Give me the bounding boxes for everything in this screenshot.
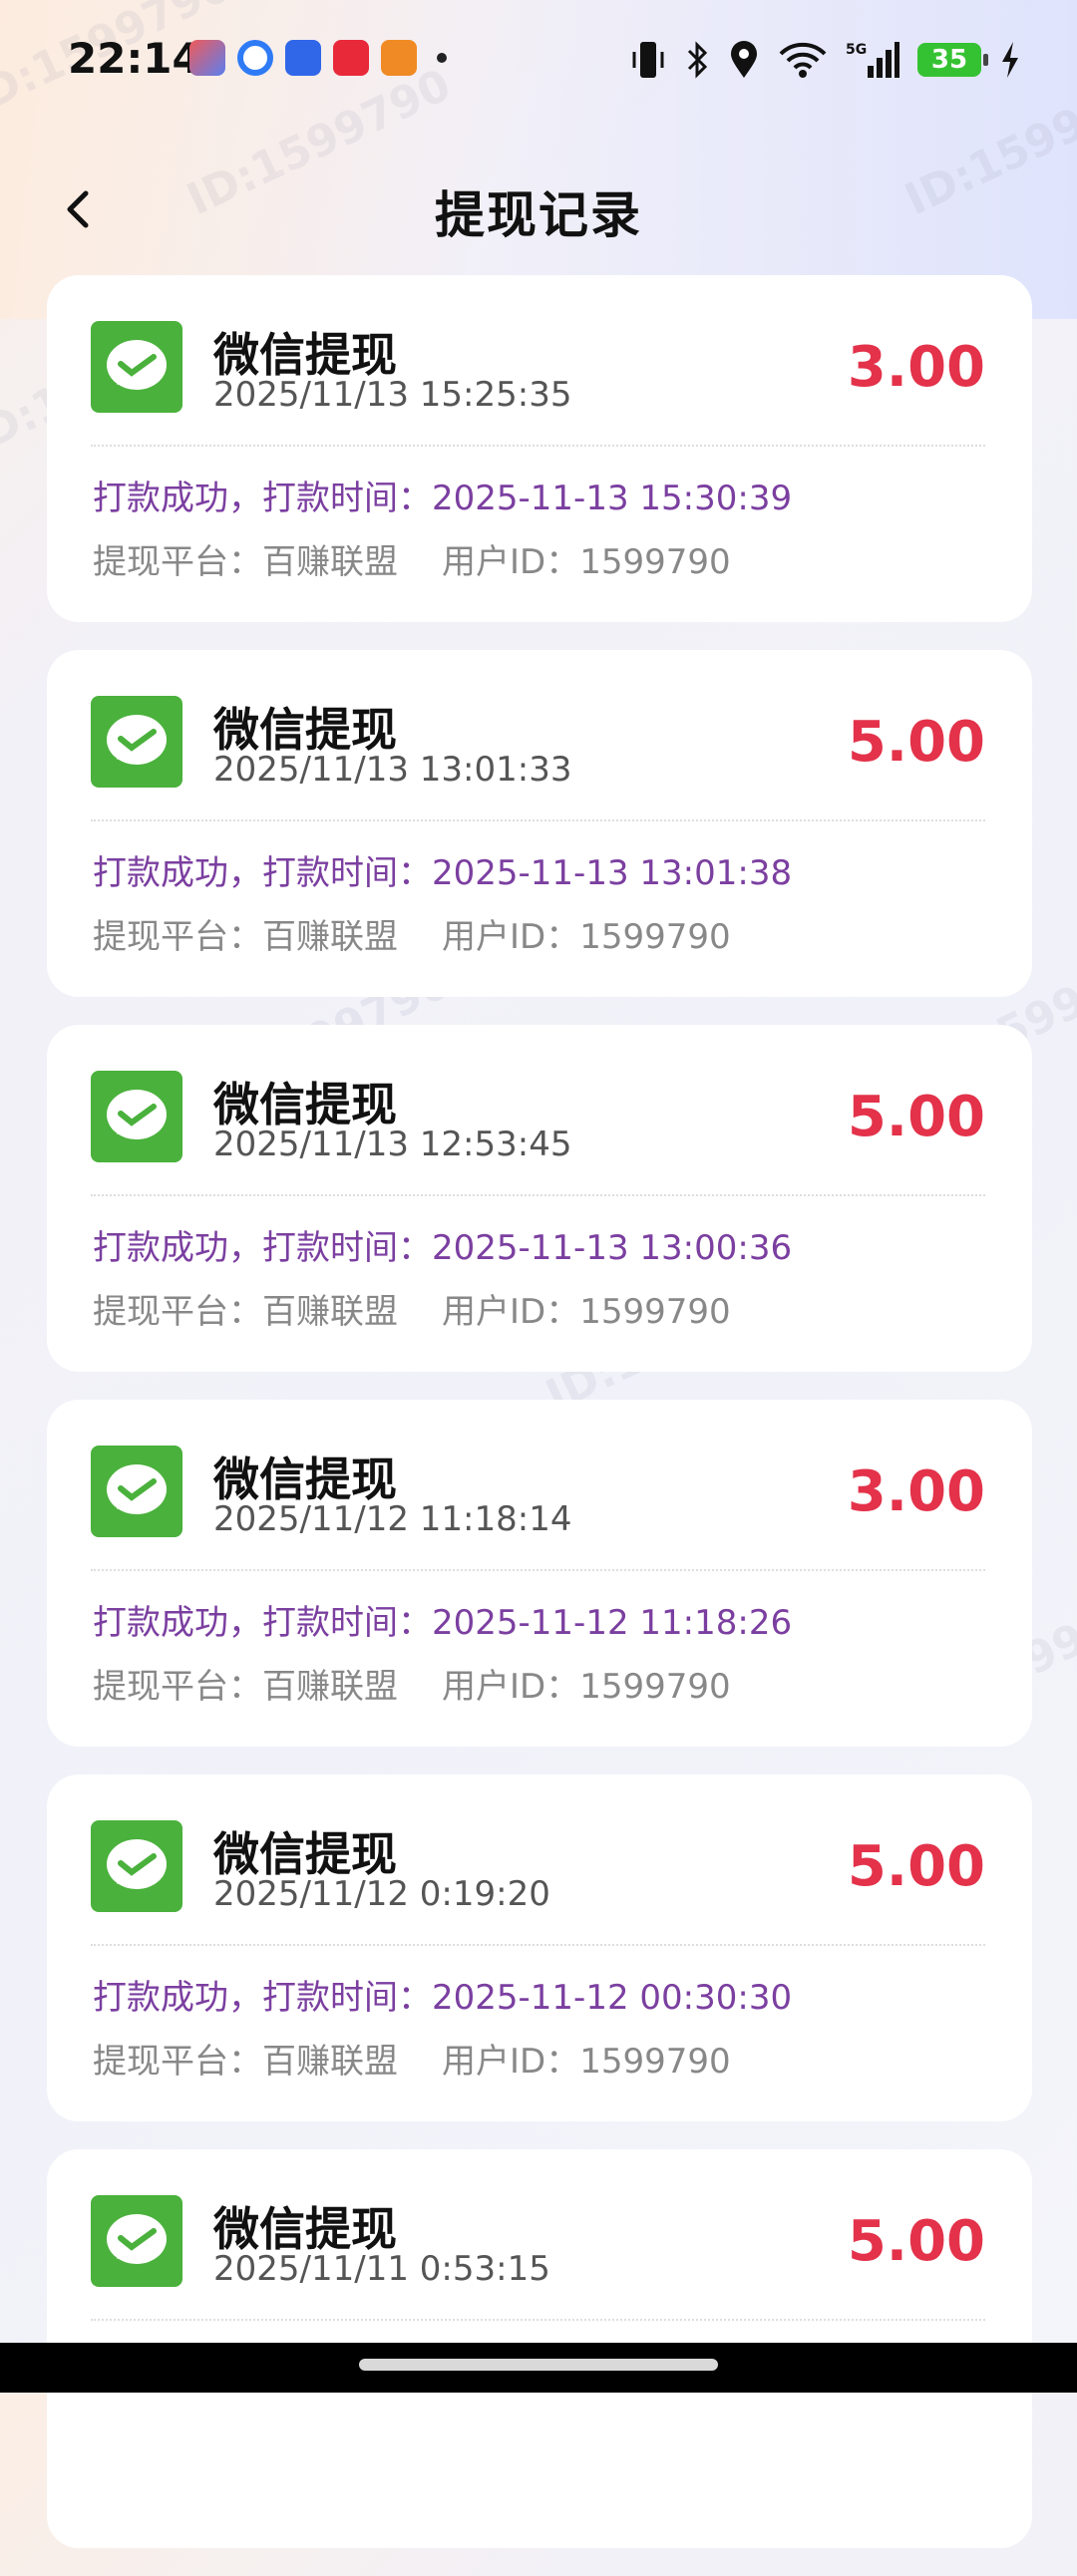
record-amount: 3.00 bbox=[847, 335, 985, 400]
vibrate-icon bbox=[632, 42, 664, 78]
platform-label: 提现平台：百赚联盟 bbox=[93, 542, 398, 582]
payment-status-label: 打款成功，打款时间： bbox=[93, 853, 432, 893]
card-divider bbox=[91, 2319, 985, 2321]
record-amount: 5.00 bbox=[847, 2209, 985, 2274]
card-divider bbox=[91, 1569, 985, 1571]
system-icons: 5G 35 bbox=[630, 40, 1021, 80]
user-id-label: 用户ID：1599790 bbox=[442, 1292, 731, 1332]
wifi-icon bbox=[779, 42, 827, 78]
system-navigation-bar bbox=[0, 2343, 1077, 2393]
wechat-icon bbox=[91, 696, 182, 788]
app-notification-icon bbox=[189, 40, 225, 76]
record-date: 2025/11/13 12:53:45 bbox=[213, 1125, 572, 1164]
payment-time: 2025-11-13 13:01:38 bbox=[432, 853, 793, 893]
page-title: 提现记录 bbox=[435, 186, 642, 244]
record-date: 2025/11/13 13:01:33 bbox=[213, 750, 572, 790]
withdrawal-record-card[interactable]: 微信提现 2025/11/13 15:25:35 3.00 打款成功，打款时间：… bbox=[47, 275, 1032, 622]
notification-icons bbox=[189, 40, 447, 76]
payment-status: 打款成功，打款时间：2025-11-12 00:30:30 bbox=[93, 1970, 792, 2019]
payment-time: 2025-11-13 13:00:36 bbox=[432, 1228, 793, 1268]
record-date: 2025/11/12 0:19:20 bbox=[213, 1874, 550, 1914]
record-meta: 提现平台：百赚联盟 用户ID：1599790 bbox=[93, 2034, 731, 2083]
baidu-notification-icon bbox=[285, 40, 321, 76]
status-time: 22:14 bbox=[68, 34, 201, 83]
withdrawal-record-card[interactable]: 微信提现 2025/11/12 0:19:20 5.00 打款成功，打款时间：2… bbox=[47, 1774, 1032, 2121]
payment-time: 2025-11-13 15:30:39 bbox=[432, 479, 793, 518]
withdrawal-record-card[interactable]: 微信提现 2025/11/12 11:18:14 3.00 打款成功，打款时间：… bbox=[47, 1400, 1032, 1747]
bluetooth-icon bbox=[687, 41, 708, 79]
wechat-icon bbox=[91, 321, 182, 413]
payment-status-label: 打款成功，打款时间： bbox=[93, 1228, 432, 1268]
payment-status-label: 打款成功，打款时间： bbox=[93, 1603, 432, 1643]
user-id-label: 用户ID：1599790 bbox=[442, 542, 731, 582]
payment-time: 2025-11-12 11:18:26 bbox=[432, 1603, 793, 1643]
payment-status-label: 打款成功，打款时间： bbox=[93, 479, 432, 518]
app-notification-icon bbox=[381, 40, 417, 76]
card-divider bbox=[91, 819, 985, 821]
payment-status: 打款成功，打款时间：2025-11-13 15:30:39 bbox=[93, 471, 792, 519]
platform-label: 提现平台：百赚联盟 bbox=[93, 1667, 398, 1707]
record-date: 2025/11/13 15:25:35 bbox=[213, 375, 572, 415]
withdrawal-record-card[interactable]: 微信提现 2025/11/13 13:01:33 5.00 打款成功，打款时间：… bbox=[47, 650, 1032, 997]
user-id-label: 用户ID：1599790 bbox=[442, 917, 731, 957]
payment-status-label: 打款成功，打款时间： bbox=[93, 1978, 432, 2018]
payment-status: 打款成功，打款时间：2025-11-13 13:00:36 bbox=[93, 1220, 792, 1269]
record-date: 2025/11/11 0:53:15 bbox=[213, 2249, 550, 2289]
record-date: 2025/11/12 11:18:14 bbox=[213, 1499, 572, 1539]
record-amount: 5.00 bbox=[847, 710, 985, 775]
card-divider bbox=[91, 1194, 985, 1196]
user-id-label: 用户ID：1599790 bbox=[442, 1667, 731, 1707]
status-bar: 22:14 5G 35 bbox=[0, 0, 1077, 124]
record-meta: 提现平台：百赚联盟 用户ID：1599790 bbox=[93, 1284, 731, 1333]
payment-time: 2025-11-12 00:30:30 bbox=[432, 1978, 793, 2018]
payment-status: 打款成功，打款时间：2025-11-12 11:18:26 bbox=[93, 1595, 792, 1644]
wechat-icon bbox=[91, 1446, 182, 1537]
svg-text:5G: 5G bbox=[846, 42, 867, 58]
platform-label: 提现平台：百赚联盟 bbox=[93, 1292, 398, 1332]
platform-label: 提现平台：百赚联盟 bbox=[93, 917, 398, 957]
record-amount: 3.00 bbox=[847, 1459, 985, 1524]
payment-status: 打款成功，打款时间：2025-11-13 13:01:38 bbox=[93, 845, 792, 894]
card-divider bbox=[91, 1944, 985, 1946]
card-divider bbox=[91, 445, 985, 447]
record-amount: 5.00 bbox=[847, 1085, 985, 1149]
platform-label: 提现平台：百赚联盟 bbox=[93, 2042, 398, 2082]
xiaohongshu-notification-icon bbox=[333, 40, 369, 76]
home-gesture-handle[interactable] bbox=[359, 2359, 718, 2371]
browser-notification-icon bbox=[237, 40, 273, 76]
location-icon bbox=[731, 41, 757, 78]
more-notifications-dot bbox=[437, 53, 447, 63]
record-meta: 提现平台：百赚联盟 用户ID：1599790 bbox=[93, 909, 731, 958]
withdrawal-record-card[interactable]: 微信提现 2025/11/13 12:53:45 5.00 打款成功，打款时间：… bbox=[47, 1025, 1032, 1372]
wechat-icon bbox=[91, 1820, 182, 1912]
record-meta: 提现平台：百赚联盟 用户ID：1599790 bbox=[93, 1659, 731, 1708]
wechat-icon bbox=[91, 2195, 182, 2287]
page-header: 提现记录 bbox=[0, 160, 1077, 259]
battery-indicator: 35 bbox=[917, 43, 988, 77]
wechat-icon bbox=[91, 1071, 182, 1162]
user-id-label: 用户ID：1599790 bbox=[442, 2042, 731, 2082]
record-amount: 5.00 bbox=[847, 1834, 985, 1899]
record-meta: 提现平台：百赚联盟 用户ID：1599790 bbox=[93, 534, 731, 583]
withdrawal-record-list: 微信提现 2025/11/13 15:25:35 3.00 打款成功，打款时间：… bbox=[47, 275, 1032, 2576]
signal-5g-icon: 5G bbox=[846, 42, 899, 78]
charging-icon bbox=[1002, 42, 1018, 78]
